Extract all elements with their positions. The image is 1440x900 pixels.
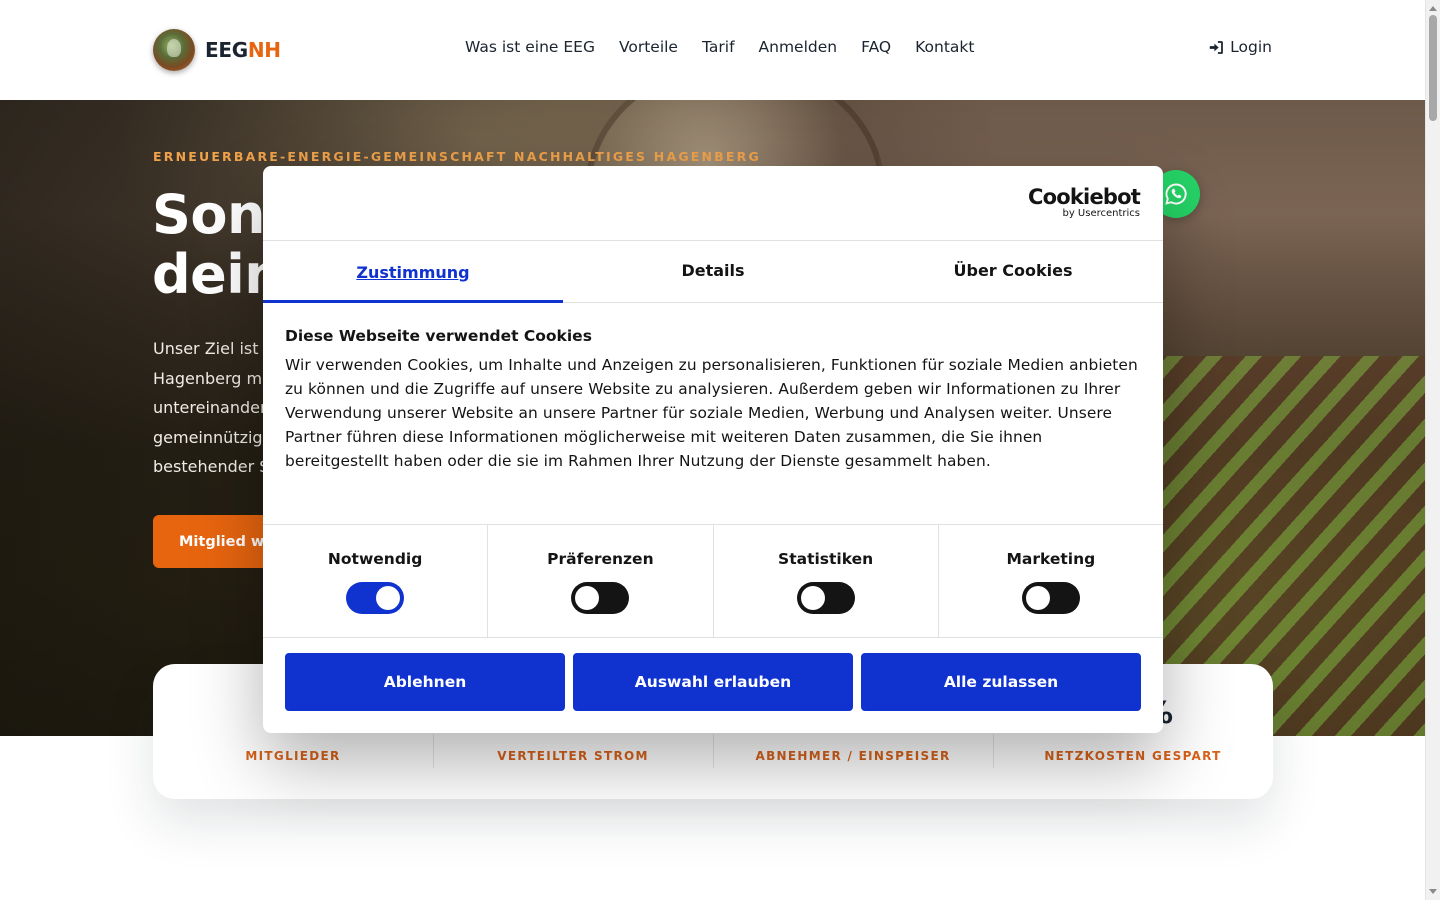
toggle-group-notwendig: Notwendig <box>263 525 487 637</box>
toggle-label: Notwendig <box>327 550 423 568</box>
cookie-category-toggles: Notwendig Präferenzen Statistiken Market… <box>263 525 1163 638</box>
tab-ueber-cookies[interactable]: Über Cookies <box>863 241 1163 302</box>
allow-all-button[interactable]: Alle zulassen <box>861 653 1141 711</box>
toggle-notwendig[interactable] <box>346 582 405 614</box>
toggle-marketing[interactable] <box>1021 582 1080 614</box>
toggle-knob <box>1025 586 1050 610</box>
toggle-knob <box>376 586 401 610</box>
cookie-overlay: Cookiebot by Usercentrics Zustimmung Det… <box>0 0 1425 900</box>
toggle-label: Marketing <box>1006 550 1096 568</box>
toggle-knob <box>800 586 825 610</box>
cookie-consent-dialog: Cookiebot by Usercentrics Zustimmung Det… <box>263 166 1163 733</box>
toggle-group-praeferenzen: Präferenzen <box>487 525 712 637</box>
cookiebot-logo-subtext: by Usercentrics <box>1062 208 1140 219</box>
toggle-knob <box>575 586 600 610</box>
page-scrollbar[interactable] <box>1425 0 1440 900</box>
cookie-dialog-actions: Ablehnen Auswahl erlauben Alle zulassen <box>263 638 1163 711</box>
tab-zustimmung[interactable]: Zustimmung <box>263 241 563 303</box>
decline-button[interactable]: Ablehnen <box>285 653 565 711</box>
toggle-label: Statistiken <box>778 550 874 568</box>
toggle-label: Präferenzen <box>547 550 654 568</box>
toggle-praeferenzen[interactable] <box>571 582 630 614</box>
scroll-down-arrow-icon[interactable] <box>1429 889 1437 894</box>
cookiebot-logo-text: Cookiebot <box>1028 185 1141 209</box>
cookie-dialog-title: Diese Webseite verwendet Cookies <box>285 327 592 345</box>
scrollbar-thumb[interactable] <box>1429 15 1437 121</box>
tab-details[interactable]: Details <box>563 241 863 302</box>
cookie-dialog-tabs: Zustimmung Details Über Cookies <box>263 241 1163 303</box>
cookie-dialog-header: Cookiebot by Usercentrics <box>263 166 1163 241</box>
toggle-statistiken[interactable] <box>796 582 855 614</box>
scroll-up-arrow-icon[interactable] <box>1429 6 1437 11</box>
toggle-group-statistiken: Statistiken <box>712 525 938 637</box>
cookie-dialog-text: Wir verwenden Cookies, um Inhalte und An… <box>285 356 1138 470</box>
cookiebot-logo: Cookiebot by Usercentrics <box>1028 185 1141 220</box>
allow-selection-button[interactable]: Auswahl erlauben <box>573 653 853 711</box>
cookie-dialog-body: Diese Webseite verwendet Cookies Wir ver… <box>263 303 1163 525</box>
toggle-group-marketing: Marketing <box>937 525 1163 637</box>
